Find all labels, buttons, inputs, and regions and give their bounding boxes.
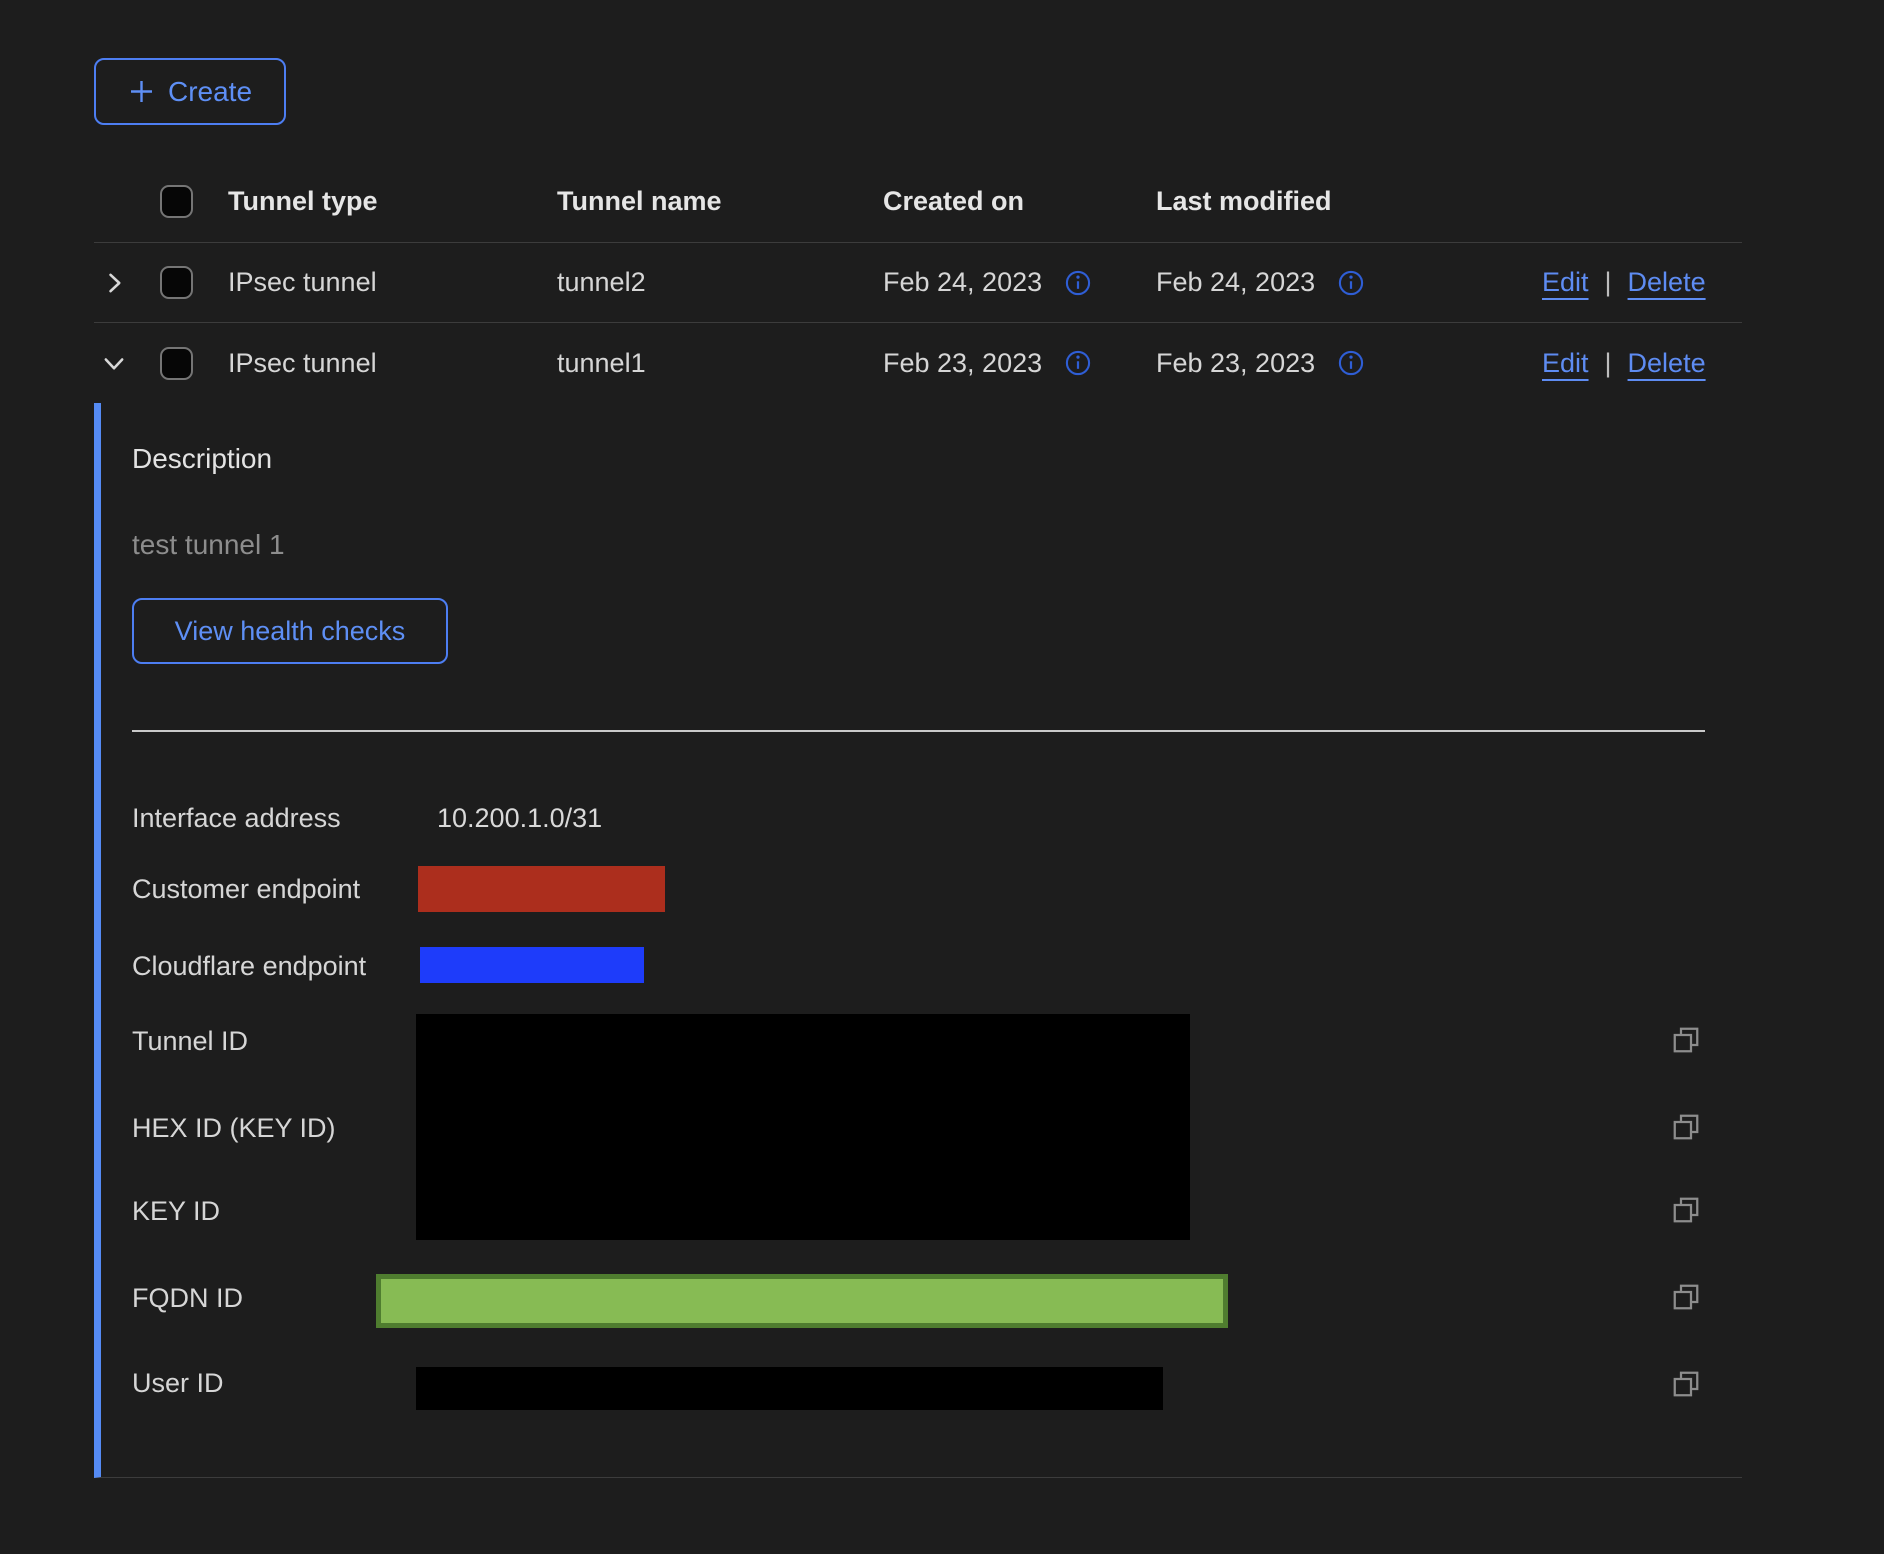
tunnel-type-value: IPsec tunnel: [228, 323, 377, 403]
tunnel-type-value: IPsec tunnel: [228, 243, 377, 322]
description-value: test tunnel 1: [132, 529, 285, 561]
copy-icon[interactable]: [1671, 1369, 1701, 1399]
info-icon[interactable]: [1337, 269, 1365, 297]
view-health-checks-button[interactable]: View health checks: [132, 598, 448, 664]
user-id-label: User ID: [132, 1366, 224, 1400]
interface-address-label: Interface address: [132, 801, 341, 835]
action-separator: |: [1605, 348, 1612, 379]
expand-row-button[interactable]: [100, 243, 140, 322]
edit-link[interactable]: Edit: [1542, 348, 1589, 379]
table-header-row: Tunnel type Tunnel name Created on Last …: [94, 160, 1742, 243]
row-checkbox[interactable]: [160, 266, 193, 299]
created-on-value: Feb 23, 2023: [883, 348, 1042, 379]
cloudflare-endpoint-redacted-value: [420, 947, 644, 983]
info-icon[interactable]: [1064, 349, 1092, 377]
create-button[interactable]: Create: [94, 58, 286, 125]
edit-link[interactable]: Edit: [1542, 267, 1589, 298]
section-divider: [132, 730, 1705, 732]
fqdn-id-redacted-value: [376, 1274, 1228, 1328]
create-button-label: Create: [168, 76, 252, 108]
tunnel-id-label: Tunnel ID: [132, 1024, 248, 1058]
table-row: IPsec tunnel tunnel1 Feb 23, 2023 Feb 23…: [94, 323, 1742, 403]
copy-icon[interactable]: [1671, 1282, 1701, 1312]
collapse-row-button[interactable]: [100, 323, 140, 403]
copy-icon[interactable]: [1671, 1025, 1701, 1055]
expanded-tunnel-panel: Description test tunnel 1 View health ch…: [94, 403, 1742, 1478]
tunnels-page: Create Tunnel type Tunnel name Created o…: [0, 0, 1884, 1554]
delete-link[interactable]: Delete: [1628, 267, 1706, 298]
customer-endpoint-label: Customer endpoint: [132, 872, 360, 906]
select-all-checkbox[interactable]: [160, 185, 193, 218]
last-modified-value: Feb 23, 2023: [1156, 348, 1315, 379]
delete-link[interactable]: Delete: [1628, 348, 1706, 379]
interface-address-value: 10.200.1.0/31: [437, 801, 602, 835]
copy-icon[interactable]: [1671, 1112, 1701, 1142]
fqdn-id-label: FQDN ID: [132, 1281, 243, 1315]
ids-redacted-block: [416, 1014, 1190, 1240]
header-tunnel-name: Tunnel name: [557, 160, 722, 242]
cloudflare-endpoint-label: Cloudflare endpoint: [132, 949, 366, 983]
action-separator: |: [1605, 267, 1612, 298]
header-tunnel-type: Tunnel type: [228, 160, 378, 242]
created-on-value: Feb 24, 2023: [883, 267, 1042, 298]
plus-icon: [128, 78, 155, 105]
key-id-label: KEY ID: [132, 1194, 220, 1228]
hex-id-label: HEX ID (KEY ID): [132, 1111, 336, 1145]
header-created-on: Created on: [883, 160, 1024, 242]
row-checkbox[interactable]: [160, 347, 193, 380]
chevron-down-icon: [100, 349, 128, 377]
last-modified-value: Feb 24, 2023: [1156, 267, 1315, 298]
tunnel-name-value: tunnel1: [557, 323, 646, 403]
user-id-redacted-value: [416, 1367, 1163, 1410]
customer-endpoint-redacted-value: [418, 866, 665, 912]
tunnel-name-value: tunnel2: [557, 243, 646, 322]
table-row: IPsec tunnel tunnel2 Feb 24, 2023 Feb 24…: [94, 243, 1742, 323]
copy-icon[interactable]: [1671, 1195, 1701, 1225]
header-last-modified: Last modified: [1156, 160, 1332, 242]
info-icon[interactable]: [1337, 349, 1365, 377]
info-icon[interactable]: [1064, 269, 1092, 297]
description-label: Description: [132, 443, 272, 475]
chevron-right-icon: [100, 269, 128, 297]
